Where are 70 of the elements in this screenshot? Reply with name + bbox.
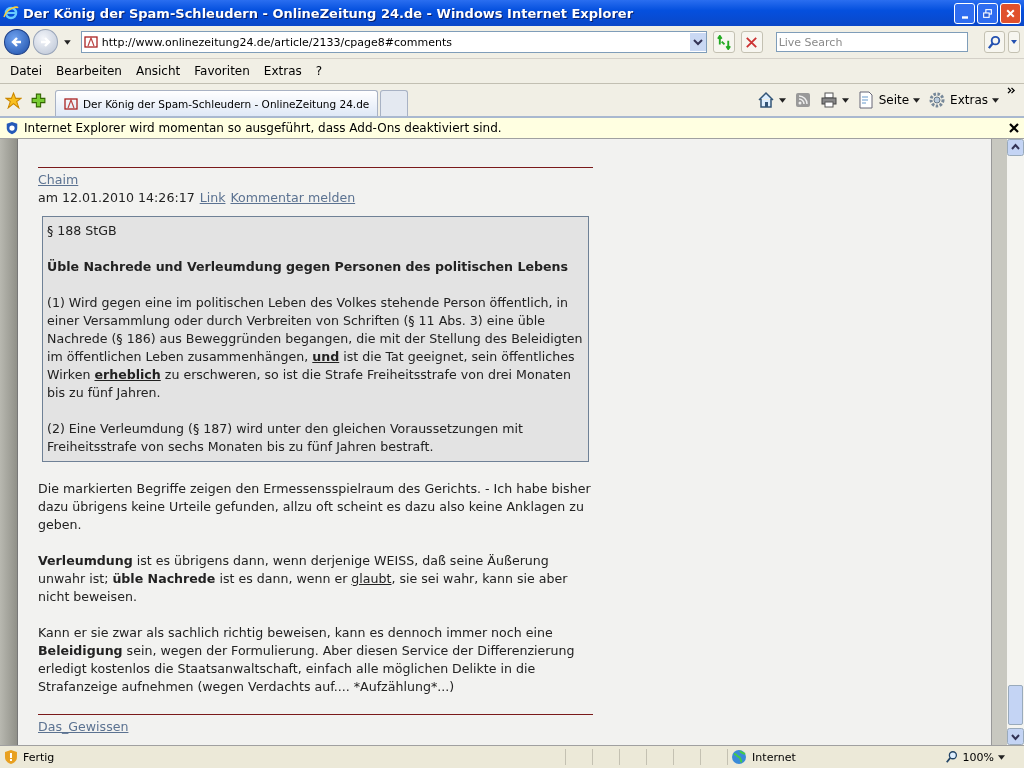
print-button[interactable] [819,91,849,109]
shield-question-icon [5,121,19,135]
quote-heading: § 188 StGB [47,222,118,240]
comment-link[interactable]: Kommentar melden [230,189,356,207]
magnifier-icon [944,750,959,764]
add-favorite-icon[interactable] [30,91,47,109]
search-icon [986,34,1002,50]
warning-shield-icon [3,749,19,765]
caret-icon [998,754,1005,760]
history-dropdown-icon[interactable] [63,37,72,47]
quote-paragraph: (2) Eine Verleumdung (§ 187) wird unter den gleichen Voraussetzungen mit Freiheitsstrafe von sechs Monaten bis zu fünf Jahren bestraft. [47,420,524,456]
globe-icon [731,749,748,765]
minimize-icon [961,15,968,19]
menu-item[interactable]: Extras [256,64,309,78]
home-button[interactable] [756,91,786,109]
printer-icon [819,91,838,109]
menu-item[interactable]: Bearbeiten [49,64,129,78]
status-text: Fertig [22,750,56,764]
search-field[interactable]: Live Search [775,32,968,52]
page-button[interactable]: Seite [856,91,921,109]
menu-item[interactable]: Favoriten [187,64,257,78]
address-dropdown-icon[interactable] [690,33,707,51]
vertical-scrollbar[interactable] [1007,139,1024,745]
comment-paragraph: Verleumdung ist es übrigens dann, wenn derjenige WEISS, daß seine Äußerung unwahr ist; üble Nachrede ist es dann, wenn er glaubt, sie sei wahr, kann sie aber nicht beweisen. [38,552,569,606]
site-favicon-icon [64,96,78,111]
quote-title: Üble Nachrede und Verleumdung gegen Personen des politischen Lebens [47,258,569,276]
menu-item[interactable]: Ansicht [128,64,188,78]
menu-item[interactable]: ? [308,64,330,78]
restore-icon [982,7,993,19]
favorites-star-icon[interactable] [5,91,22,109]
caret-icon [913,97,921,103]
close-button[interactable] [1000,2,1021,24]
caret-icon [841,97,849,103]
author-link[interactable]: Chaim [38,171,79,189]
page-icon [856,91,875,109]
browser-tab[interactable]: Der König der Spam-Schleudern - OnlineZeitung 24.de [55,90,379,116]
refresh-arrows-icon [716,34,732,50]
search-button[interactable] [983,31,1006,53]
feed-icon [793,91,812,109]
author-link[interactable]: Das_Gewissen [38,718,129,736]
caret-icon [992,97,999,103]
comment-link[interactable]: Link [199,189,226,207]
address-field[interactable]: http://www.onlinezeitung24.de/article/2133/cpage8#comments [80,31,708,53]
info-bar[interactable]: Internet Explorer wird momentan so ausgeführt, dass Add-Ons deaktiviert sind. [0,118,1024,139]
comment-paragraph: Kann er sie zwar als sachlich richtig beweisen, kann es dennoch immer noch eine Beleidigung sein, wegen der Formulierung. Aber diesen Service der Differenzierung erledigt kostenlos die Staatsanwaltschaft, einfach alle möglichen Delikte in die Strafanzeige aufnehmen (wegen Verdachts auf.... *Aufzählung*...) [38,624,576,696]
search-options-button[interactable] [1008,31,1020,53]
comment-paragraph: Die markierten Begriffe zeigen den Ermessensspielraum des Gerichts. - Ich habe bisher dazu übrigens keine Urteile gefunden, allzu oft scheint es dazu also keine Anklagen zu geben. [38,480,592,534]
more-chevron-icon[interactable] [1007,87,1016,94]
zoom-button[interactable]: 100% [944,750,1005,764]
restore-button[interactable] [977,2,998,24]
close-icon [1005,7,1016,19]
back-button[interactable] [4,29,30,55]
home-icon [756,91,775,109]
close-icon[interactable] [1009,123,1019,133]
menu-item[interactable]: Datei [3,64,49,78]
window-title: Der König der Spam-Schleudern - OnlineZeitung 24.de - Windows Internet Explorer [23,5,635,21]
quote-paragraph: (1) Wird gegen eine im politischen Leben des Volkes stehende Person öffentlich, in einer Versammlung oder durch Verbreiten von Schriften (§ 11 Abs. 3) eine üble Nachrede (§ 186) aus Beweggründen begangen, die mit der Stellung des Beleidigten im öffentlichen Leben zusammenhängen, und ist die Tat geeignet, sein öffentliches Wirken erheblich zu erschweren, so ist die Strafe Freiheitsstrafe von drei Monaten bis zu fünf Jahren. [47,294,584,402]
stop-x-icon [744,34,760,50]
security-zone: Internet [752,750,796,764]
stop-button[interactable] [741,31,763,53]
refresh-button[interactable] [713,31,736,53]
site-favicon-icon [83,35,98,49]
scroll-thumb[interactable] [1008,685,1023,725]
browser-logo-icon [3,5,19,21]
minimize-button[interactable] [954,2,975,24]
gear-icon [928,91,947,109]
caret-icon [778,97,786,103]
comment-date: am 12.01.2010 14:26:17 [38,189,195,207]
tools-button[interactable]: Extras [928,91,999,109]
caret-icon [1010,38,1019,46]
